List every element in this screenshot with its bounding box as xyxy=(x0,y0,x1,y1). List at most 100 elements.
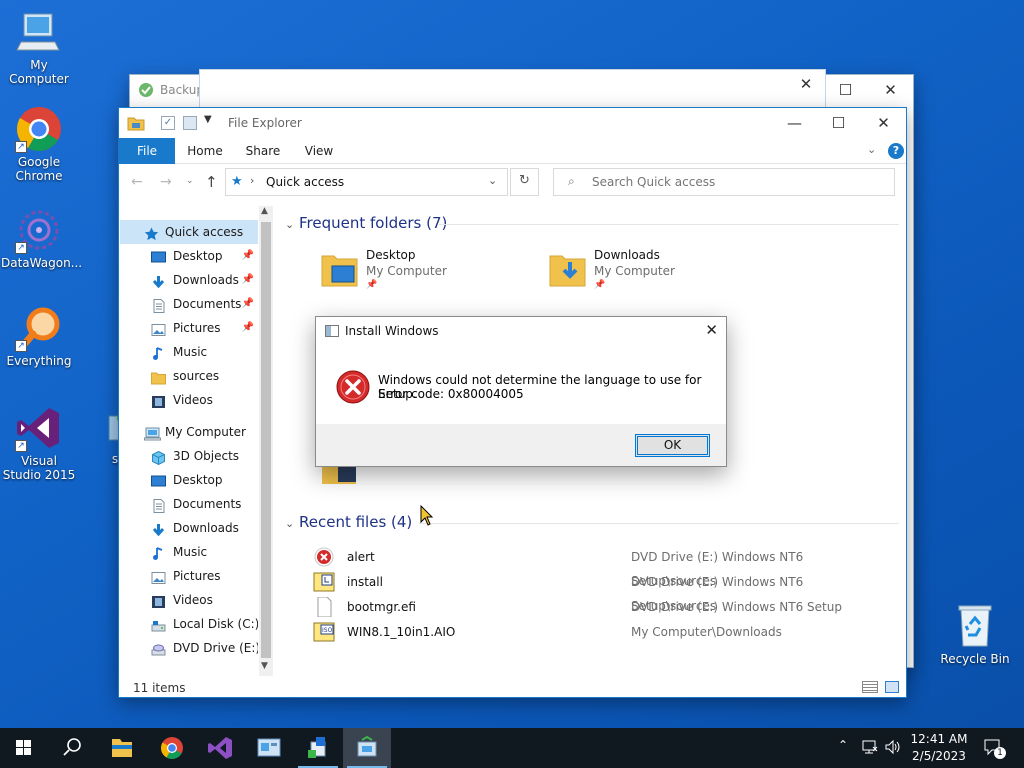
scroll-up-icon[interactable]: ▲ xyxy=(261,206,268,216)
recent-file-row[interactable]: ISO WIN8.1_10in1.AIO My Computer\Downloa… xyxy=(311,620,891,644)
dialog-titlebar[interactable]: Install Windows ✕ xyxy=(316,317,726,345)
recent-files-header[interactable]: ⌄ Recent files (4) xyxy=(285,513,412,531)
show-hidden-icons-chevron[interactable]: ⌃ xyxy=(838,738,848,752)
dialog-close-button[interactable]: ✕ xyxy=(705,321,718,339)
frequent-divider xyxy=(439,224,899,225)
search-box[interactable]: ⌕ xyxy=(553,168,895,196)
desktop-icon-recycle-bin[interactable]: Recycle Bin xyxy=(937,602,1013,666)
nav-item[interactable]: Documents 📌 xyxy=(120,292,258,316)
nav-item[interactable]: Pictures 📌 xyxy=(120,316,258,340)
start-button[interactable] xyxy=(0,728,48,768)
help-icon[interactable]: ? xyxy=(888,143,904,159)
desktop-icon-chrome[interactable]: ↗ Google Chrome xyxy=(1,105,77,183)
details-view-icon[interactable] xyxy=(862,681,878,693)
scroll-thumb[interactable] xyxy=(261,222,271,658)
taskbar-backup-app[interactable] xyxy=(343,728,391,768)
recent-files-title: Recent files (4) xyxy=(299,513,413,531)
nav-item[interactable]: Desktop xyxy=(120,468,258,492)
nav-item[interactable]: DVD Drive (E:) W xyxy=(120,636,258,660)
large-icons-view-icon[interactable] xyxy=(885,681,899,693)
address-dropdown-icon[interactable]: ⌄ xyxy=(488,174,497,187)
frequent-folders-header[interactable]: ⌄ Frequent folders (7) xyxy=(285,214,447,232)
recent-file-row[interactable]: install DVD Drive (E:) Windows NT6 Setup… xyxy=(311,570,891,613)
nav-scrollbar[interactable]: ▲ ▼ xyxy=(259,206,273,676)
recent-locations-icon[interactable]: ⌄ xyxy=(186,176,194,186)
forward-button[interactable]: → xyxy=(160,174,172,190)
refresh-button[interactable]: ↻ xyxy=(510,168,539,196)
error-icon xyxy=(336,370,370,404)
customize-toolbar-icon[interactable]: ▼ xyxy=(204,114,212,125)
recent-file-row[interactable]: bootmgr.efi DVD Drive (E:) Windows NT6 S… xyxy=(311,595,891,619)
address-bar[interactable]: ★ › Quick access ⌄ xyxy=(225,168,508,196)
blank-window[interactable]: ✕ xyxy=(199,69,826,109)
network-icon[interactable] xyxy=(861,738,879,756)
desktop-icon-label: Everything xyxy=(6,354,72,368)
pin-icon: 📌 xyxy=(241,250,254,261)
scroll-down-icon[interactable]: ▼ xyxy=(261,661,268,671)
expand-ribbon-icon[interactable]: ⌄ xyxy=(867,143,876,156)
nav-item[interactable]: Desktop 📌 xyxy=(120,244,258,268)
nav-item[interactable]: Music xyxy=(120,340,258,364)
taskbar-file-explorer[interactable] xyxy=(98,728,146,768)
clock-time[interactable]: 12:41 AM xyxy=(902,732,976,746)
nav-item[interactable]: Videos xyxy=(120,588,258,612)
setup-app-icon xyxy=(325,325,339,337)
folder-tile-downloads[interactable]: Downloads My Computer 📌 xyxy=(548,248,758,296)
recent-file-name: WIN8.1_10in1.AIO xyxy=(347,625,456,639)
nav-item[interactable]: Downloads xyxy=(120,516,258,540)
nav-item[interactable]: sources xyxy=(120,364,258,388)
clock-date[interactable]: 2/5/2023 xyxy=(902,749,976,763)
nav-item[interactable]: Quick access xyxy=(120,220,258,244)
nav-item[interactable]: Local Disk (C:) xyxy=(120,612,258,636)
tab-home[interactable]: Home xyxy=(185,138,225,164)
desktop-icon-my-computer[interactable]: My Computer xyxy=(1,8,77,86)
taskbar-chrome[interactable] xyxy=(148,728,196,768)
install-windows-dialog[interactable]: Install Windows ✕ Windows could not dete… xyxy=(315,316,727,467)
properties-icon[interactable]: ✓ xyxy=(161,116,175,130)
desktop-icon-visual-studio[interactable]: ↗ Visual Studio 2015 xyxy=(1,404,77,482)
nav-item-label: Local Disk (C:) xyxy=(173,617,258,631)
search-input[interactable] xyxy=(592,173,882,191)
blank-window-close-button[interactable]: ✕ xyxy=(788,70,824,98)
desktop-icon-label: Google Chrome xyxy=(15,155,63,183)
tab-file[interactable]: File xyxy=(119,138,175,164)
collapse-chevron-icon[interactable]: ⌄ xyxy=(285,218,299,231)
desktop-icon-datawagon[interactable]: ↗ DataWagon... xyxy=(1,206,82,270)
recent-file-row[interactable]: alert DVD Drive (E:) Windows NT6 Setup\s… xyxy=(311,545,891,588)
nav-item[interactable]: Downloads 📌 xyxy=(120,268,258,292)
taskbar-control-panel[interactable] xyxy=(245,728,293,768)
nav-item[interactable]: Music xyxy=(120,540,258,564)
tab-view[interactable]: View xyxy=(299,138,339,164)
nav-item[interactable]: Documents xyxy=(120,492,258,516)
back-button[interactable]: ← xyxy=(131,174,143,190)
folder-tile-desktop[interactable]: Desktop My Computer 📌 xyxy=(320,248,530,296)
explorer-minimize-button[interactable]: — xyxy=(772,108,817,138)
desktop-icon xyxy=(151,473,166,487)
downloads-folder-icon xyxy=(548,248,588,288)
volume-icon[interactable] xyxy=(884,738,902,756)
taskbar-visual-studio[interactable] xyxy=(196,728,244,768)
nav-item[interactable]: My Computer xyxy=(120,420,258,444)
explorer-close-button[interactable]: ✕ xyxy=(861,108,906,138)
taskbar-setup-app[interactable] xyxy=(294,728,342,768)
recent-file-path: DVD Drive (E:) Windows NT6 Setup xyxy=(631,600,842,614)
backup-close-button[interactable]: ✕ xyxy=(868,75,913,105)
videos-icon xyxy=(151,593,166,608)
nav-item[interactable]: Videos xyxy=(120,388,258,412)
tab-share[interactable]: Share xyxy=(243,138,283,164)
desktop-folder-icon xyxy=(320,248,360,288)
explorer-maximize-button[interactable]: ☐ xyxy=(816,108,861,138)
shortcut-arrow-icon: ↗ xyxy=(15,141,27,153)
search-taskbar-button[interactable] xyxy=(48,728,96,768)
new-folder-icon[interactable] xyxy=(183,116,197,130)
search-icon xyxy=(63,738,81,756)
explorer-titlebar[interactable]: ✓ ▼ File Explorer — ☐ ✕ xyxy=(119,108,906,138)
desktop-icon-everything[interactable]: ↗ Everything xyxy=(1,304,77,368)
file-explorer-icon xyxy=(112,739,132,757)
collapse-chevron-icon[interactable]: ⌄ xyxy=(285,517,299,530)
nav-item[interactable]: Pictures xyxy=(120,564,258,588)
up-button[interactable]: ↑ xyxy=(205,173,218,191)
nav-item[interactable]: 3D Objects xyxy=(120,444,258,468)
ok-button[interactable]: OK xyxy=(635,434,710,457)
backup-maximize-button[interactable]: ☐ xyxy=(823,75,868,105)
